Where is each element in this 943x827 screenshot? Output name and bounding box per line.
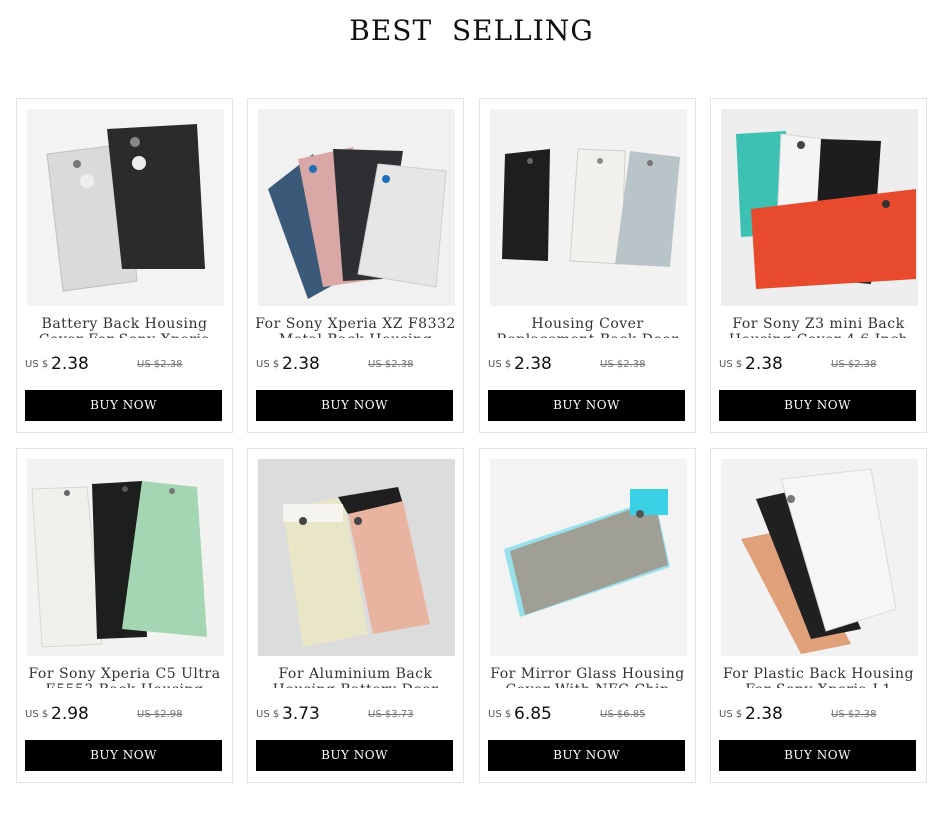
phone-back-covers-image xyxy=(27,459,224,656)
buy-now-button[interactable]: BUY NOW xyxy=(25,390,222,421)
product-image[interactable] xyxy=(721,459,918,656)
currency-label: US $ xyxy=(719,709,743,720)
price: 2.38 xyxy=(282,354,320,374)
original-price: US $2.38 xyxy=(137,359,183,370)
price-row: US $ 3.73 US $3.73 xyxy=(256,704,456,728)
original-price: US $2.38 xyxy=(831,709,877,720)
product-image[interactable] xyxy=(490,109,687,306)
original-price: US $2.38 xyxy=(368,359,414,370)
page-title: BEST SELLING xyxy=(349,14,594,47)
price-row: US $ 2.38 US $2.38 xyxy=(719,354,919,378)
phone-back-covers-image xyxy=(721,459,918,656)
currency-label: US $ xyxy=(256,359,280,370)
product-card[interactable]: For Aluminium Back Housing Battery Door … xyxy=(247,448,464,783)
phone-back-covers-image xyxy=(27,109,224,306)
price: 3.73 xyxy=(282,704,320,724)
phone-back-covers-image xyxy=(258,459,455,656)
currency-label: US $ xyxy=(719,359,743,370)
original-price: US $6.85 xyxy=(600,709,646,720)
phone-back-covers-image xyxy=(490,459,687,656)
price: 2.38 xyxy=(745,704,783,724)
product-image[interactable] xyxy=(721,109,918,306)
product-name[interactable]: Housing Cover Replacement Back Door Batt… xyxy=(486,316,689,338)
buy-now-button[interactable]: BUY NOW xyxy=(256,740,453,771)
buy-now-button[interactable]: BUY NOW xyxy=(719,390,916,421)
product-name[interactable]: Battery Back Housing Cover For Sony Xper… xyxy=(23,316,226,338)
currency-label: US $ xyxy=(25,359,49,370)
original-price: US $2.38 xyxy=(831,359,877,370)
price: 2.38 xyxy=(745,354,783,374)
product-name[interactable]: For Sony Xperia C5 Ultra E5553 Back Hous… xyxy=(23,666,226,688)
product-card[interactable]: For Sony Xperia C5 Ultra E5553 Back Hous… xyxy=(16,448,233,783)
phone-back-covers-image xyxy=(258,109,455,306)
original-price: US $2.38 xyxy=(600,359,646,370)
currency-label: US $ xyxy=(25,709,49,720)
product-name[interactable]: For Mirror Glass Housing Cover With NFC … xyxy=(486,666,689,688)
product-name[interactable]: For Sony Xperia XZ F8332 Metal Back Hous… xyxy=(254,316,457,338)
price-row: US $ 2.38 US $2.38 xyxy=(256,354,456,378)
product-image[interactable] xyxy=(27,109,224,306)
currency-label: US $ xyxy=(488,709,512,720)
phone-back-covers-image xyxy=(721,109,918,306)
price: 6.85 xyxy=(514,704,552,724)
buy-now-button[interactable]: BUY NOW xyxy=(25,740,222,771)
price-row: US $ 2.98 US $2.98 xyxy=(25,704,225,728)
currency-label: US $ xyxy=(256,709,280,720)
price-row: US $ 2.38 US $2.38 xyxy=(25,354,225,378)
price-row: US $ 2.38 US $2.38 xyxy=(488,354,688,378)
product-card[interactable]: For Mirror Glass Housing Cover With NFC … xyxy=(479,448,696,783)
price: 2.38 xyxy=(514,354,552,374)
product-image[interactable] xyxy=(258,109,455,306)
product-card[interactable]: For Plastic Back Housing For Sony Xperia… xyxy=(710,448,927,783)
original-price: US $2.98 xyxy=(137,709,183,720)
phone-back-covers-image xyxy=(490,109,687,306)
original-price: US $3.73 xyxy=(368,709,414,720)
product-card[interactable]: For Sony Xperia XZ F8332 Metal Back Hous… xyxy=(247,98,464,433)
buy-now-button[interactable]: BUY NOW xyxy=(488,390,685,421)
product-image[interactable] xyxy=(490,459,687,656)
product-name[interactable]: For Sony Z3 mini Back Housing Cover 4.6 … xyxy=(717,316,920,338)
buy-now-button[interactable]: BUY NOW xyxy=(256,390,453,421)
product-image[interactable] xyxy=(27,459,224,656)
product-card[interactable]: For Sony Z3 mini Back Housing Cover 4.6 … xyxy=(710,98,927,433)
currency-label: US $ xyxy=(488,359,512,370)
product-card[interactable]: Battery Back Housing Cover For Sony Xper… xyxy=(16,98,233,433)
price-row: US $ 2.38 US $2.38 xyxy=(719,704,919,728)
price-row: US $ 6.85 US $6.85 xyxy=(488,704,688,728)
price: 2.98 xyxy=(51,704,89,724)
product-card[interactable]: Housing Cover Replacement Back Door Batt… xyxy=(479,98,696,433)
price: 2.38 xyxy=(51,354,89,374)
product-name[interactable]: For Plastic Back Housing For Sony Xperia… xyxy=(717,666,920,688)
buy-now-button[interactable]: BUY NOW xyxy=(488,740,685,771)
product-image[interactable] xyxy=(258,459,455,656)
product-name[interactable]: For Aluminium Back Housing Battery Door xyxy=(254,666,457,688)
buy-now-button[interactable]: BUY NOW xyxy=(719,740,916,771)
